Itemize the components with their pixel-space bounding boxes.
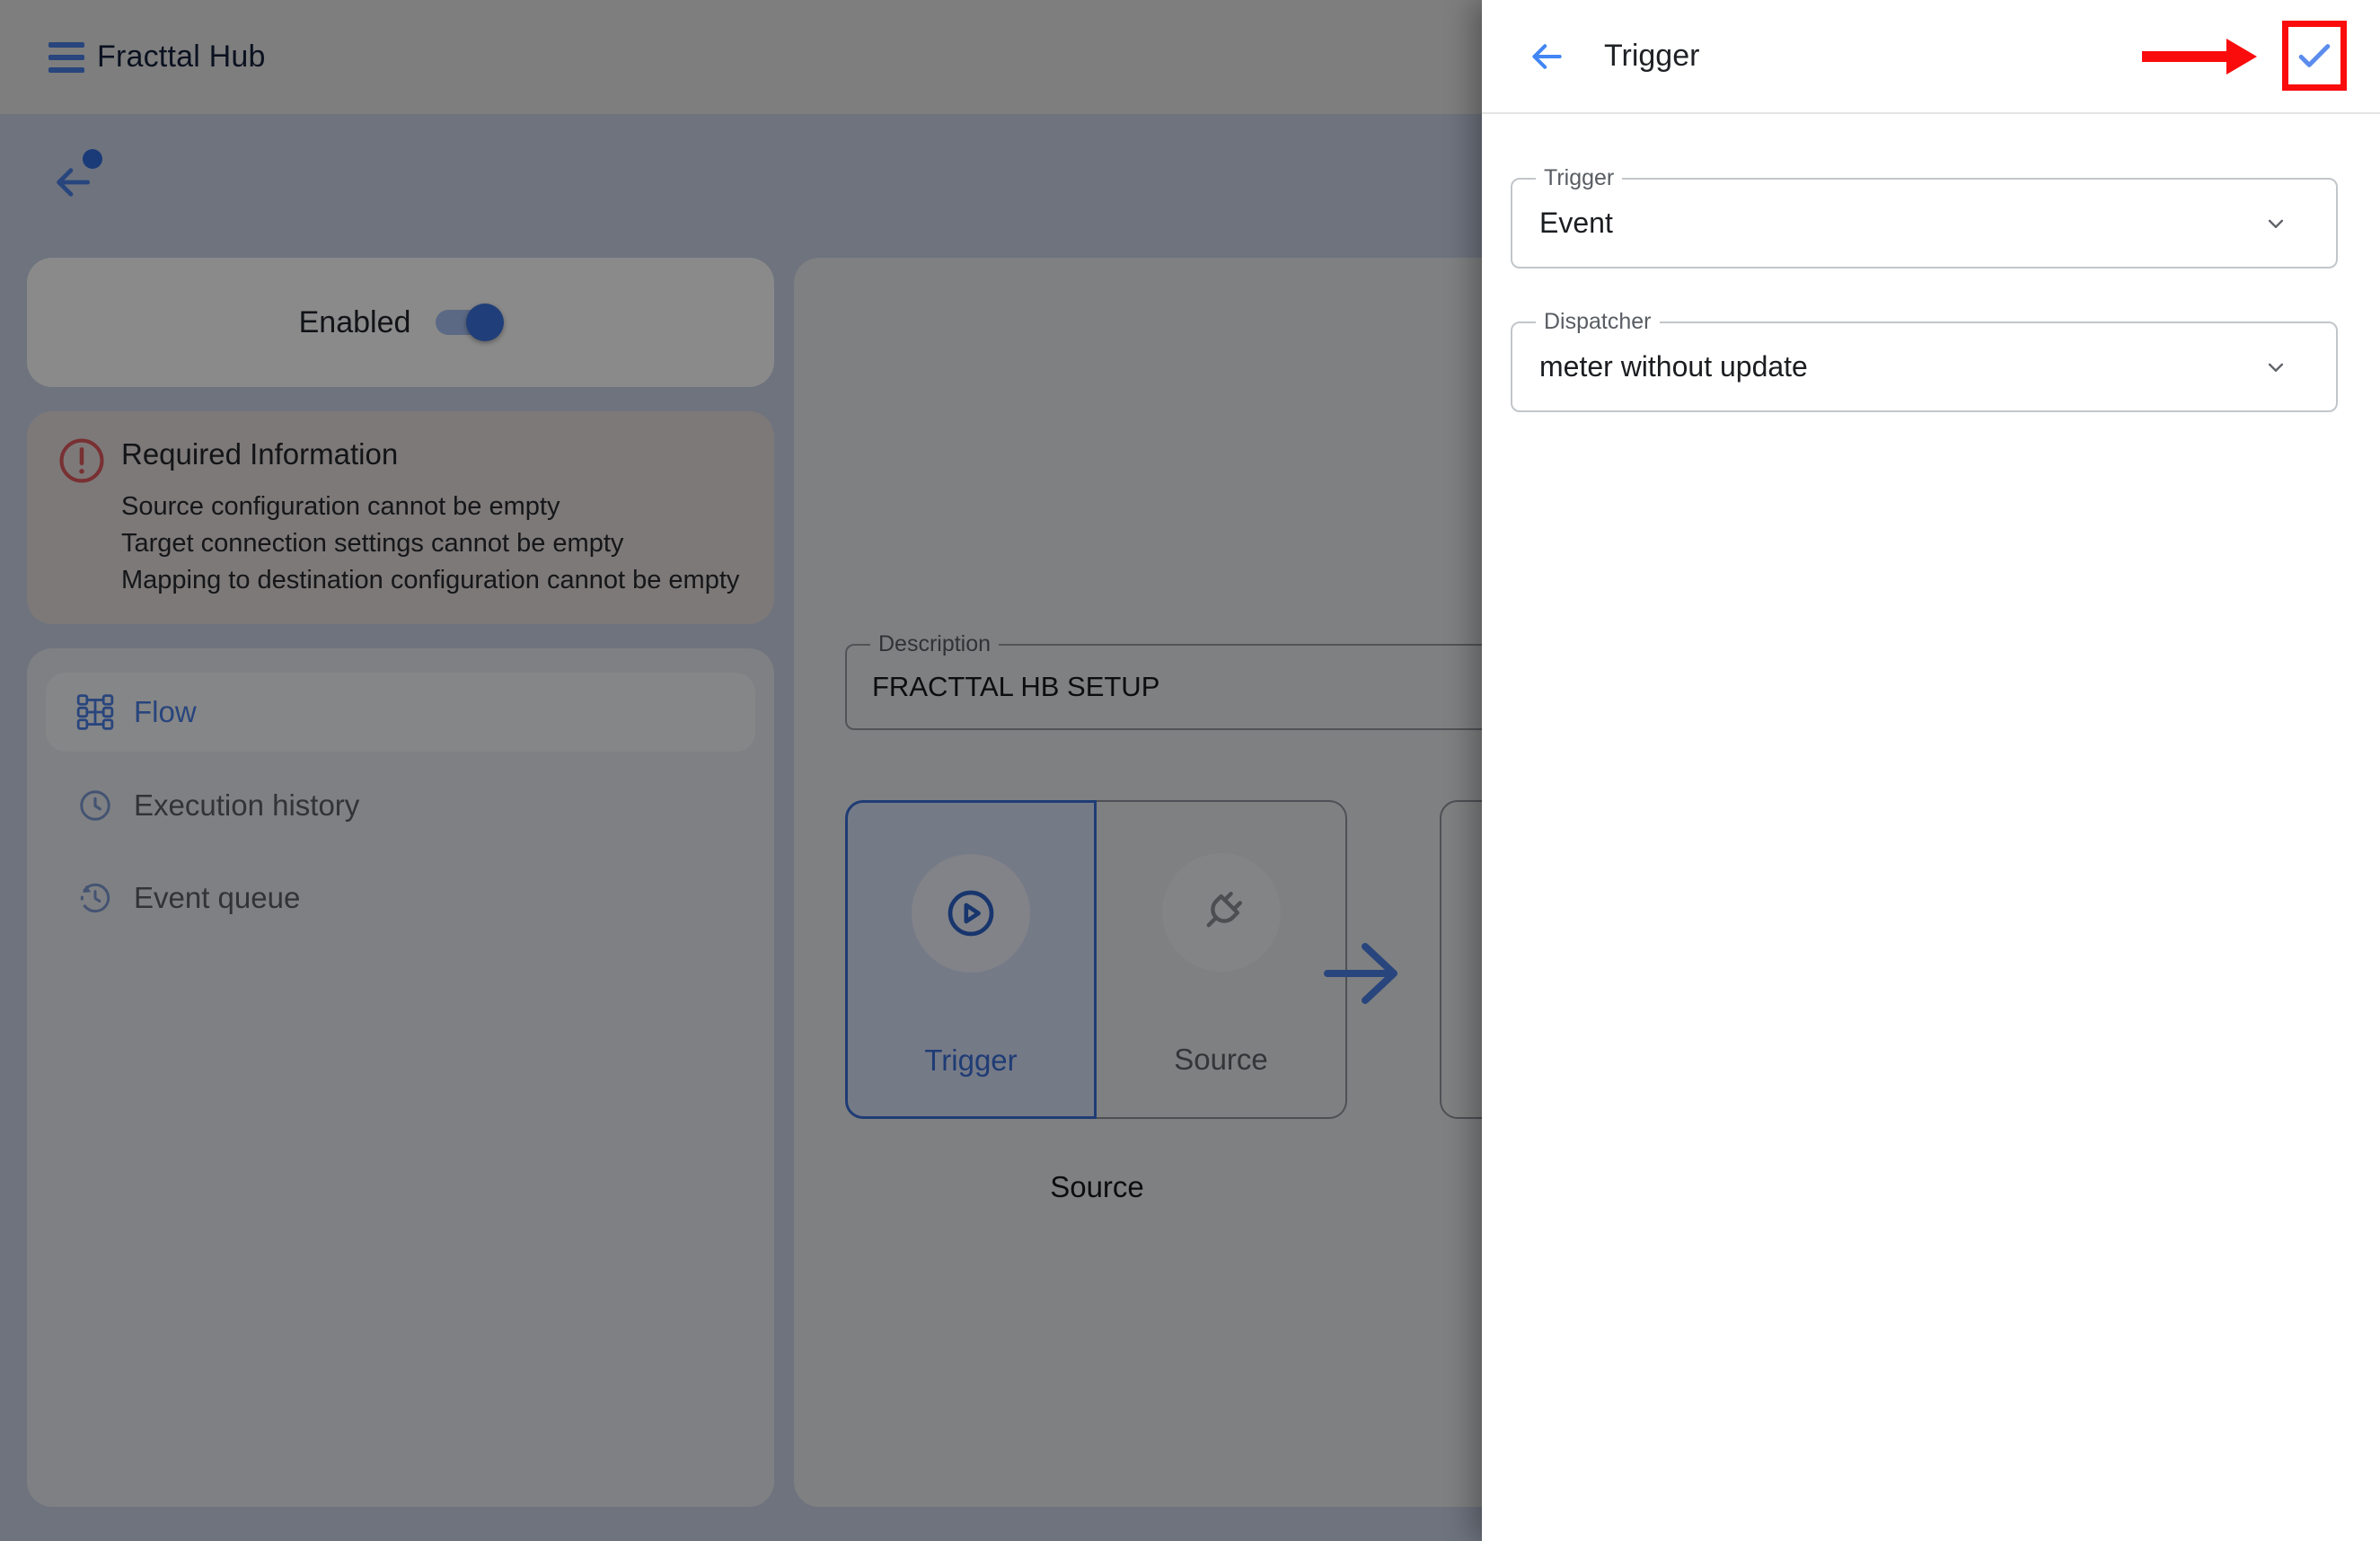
drawer-header: Trigger [1482, 0, 2380, 114]
trigger-drawer: Trigger Trigger Event [1482, 0, 2380, 1541]
trigger-select[interactable]: Trigger Event [1511, 178, 2338, 269]
chevron-down-icon [2262, 354, 2289, 381]
dispatcher-select-value: meter without update [1539, 323, 1808, 410]
drawer-title: Trigger [1604, 0, 1699, 112]
chevron-down-icon [2262, 210, 2289, 237]
annotation-arrow-icon [2142, 37, 2259, 76]
confirm-button[interactable] [2282, 21, 2347, 91]
drawer-back-button[interactable] [1527, 37, 1566, 76]
check-icon [2293, 34, 2336, 77]
dispatcher-select[interactable]: Dispatcher meter without update [1511, 321, 2338, 412]
trigger-select-value: Event [1539, 180, 1613, 267]
fracttal-hub-app: Fracttal Hub Enabled Required Informatio… [0, 0, 2380, 1541]
